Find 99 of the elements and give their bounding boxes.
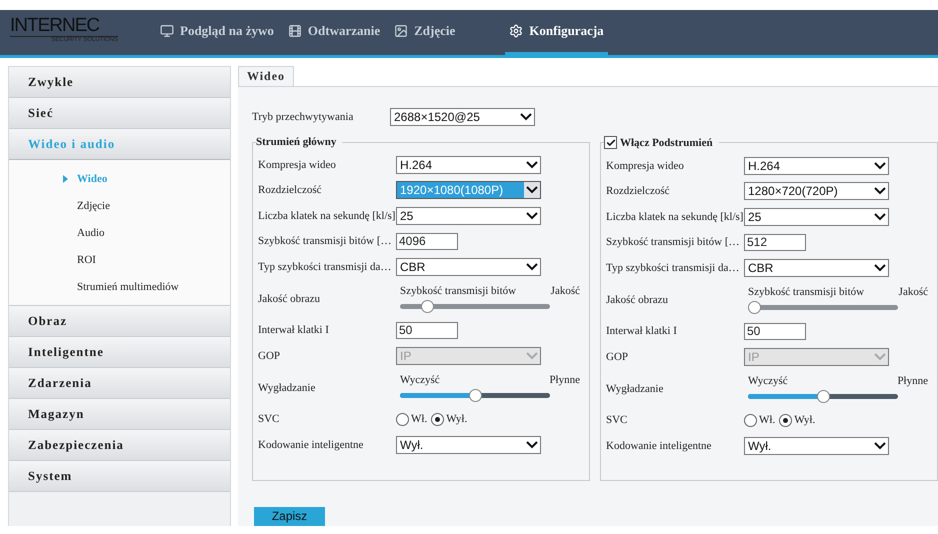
slider-thumb[interactable]: [420, 300, 434, 312]
radio-label: Wył.: [446, 413, 468, 426]
sidebar-item[interactable]: System: [9, 461, 230, 492]
nav-tab[interactable]: Odtwarzanie: [284, 10, 384, 55]
chevron-icon: [874, 162, 886, 170]
fieldset-title: Strumień główny: [256, 136, 336, 148]
input-field[interactable]: 50: [396, 322, 458, 339]
dropdown[interactable]: Wył.: [396, 436, 541, 454]
slider[interactable]: [748, 390, 898, 402]
dropdown[interactable]: CBR: [396, 258, 541, 276]
field-label: Jakość obrazu: [606, 294, 670, 306]
field-label: Kodowanie inteligentne: [606, 440, 712, 452]
slider-min-label: Szybkość transmisji bitów: [400, 284, 516, 296]
slider-max-label: Jakość: [898, 286, 928, 298]
field-label: Jakość obrazu: [258, 292, 322, 304]
slider-max-label: Płynne: [549, 374, 580, 386]
submenu-item[interactable]: Audio: [77, 226, 104, 238]
slider[interactable]: [400, 388, 550, 402]
field-label: Interwał klatki I: [258, 324, 330, 336]
field-label: Typ szybkości transmisji da…: [606, 262, 740, 274]
chevron-icon: [874, 264, 886, 272]
field-label: Tryb przechwytywania: [252, 111, 354, 124]
fieldset-title: Włącz Podstrumień: [620, 136, 713, 148]
field-label: Interwał klatki I: [606, 325, 678, 338]
field-label: Kompresja wideo: [606, 160, 685, 172]
chevron-icon: [874, 352, 886, 361]
field-label: Wygładzanie: [606, 382, 664, 394]
chevron-icon: [526, 262, 538, 271]
radio-label: Wył.: [794, 414, 816, 426]
dropdown[interactable]: H.264: [396, 156, 541, 174]
field-label: GOP: [258, 350, 282, 362]
submenu-item[interactable]: Zdjęcie: [77, 200, 110, 212]
field-label: Liczba klatek na sekundę [kl/s]: [258, 210, 396, 222]
checkbox[interactable]: [604, 136, 617, 149]
chevron-icon: [874, 442, 886, 450]
slider-thumb[interactable]: [748, 300, 761, 314]
sidebar-item[interactable]: Zwykle: [9, 67, 230, 98]
dropdown[interactable]: 25: [396, 206, 541, 225]
field-label: Wygładzanie: [258, 382, 316, 394]
dropdown[interactable]: Wył.: [744, 436, 889, 455]
chevron-icon: [520, 113, 532, 122]
radio-button[interactable]: [744, 414, 757, 427]
radio-button[interactable]: [396, 412, 409, 426]
field-label: Rozdzielczość: [606, 185, 671, 198]
image-icon: [394, 24, 408, 38]
nav-tab[interactable]: Konfiguracja: [505, 10, 608, 55]
input-field[interactable]: 4096: [396, 232, 458, 250]
slider-max-label: Płynne: [897, 374, 928, 386]
dropdown[interactable]: 2688×1520@25: [390, 108, 535, 126]
chevron-icon: [874, 187, 886, 196]
dropdown[interactable]: 25: [744, 208, 889, 226]
dropdown[interactable]: CBR: [744, 258, 889, 277]
field-label: Szybkość transmisji bitów […: [258, 235, 393, 248]
sidebar-item[interactable]: Zabezpieczenia: [9, 430, 230, 461]
slider[interactable]: [400, 300, 550, 312]
field-label: Szybkość transmisji bitów […: [606, 236, 741, 248]
field-label: Kodowanie inteligentne: [258, 438, 364, 451]
slider-min-label: Wyczyść: [748, 374, 788, 386]
monitor-icon: [160, 24, 174, 38]
slider[interactable]: [748, 300, 898, 314]
nav-tab[interactable]: Zdjęcie: [390, 10, 460, 55]
chevron-icon: [526, 212, 538, 220]
radio-label: Wł.: [759, 414, 776, 426]
chevron-icon: [874, 212, 886, 221]
submenu-item[interactable]: Strumień multimediów: [77, 280, 179, 292]
radio-label: Wł.: [411, 413, 428, 426]
sidebar-item[interactable]: Magazyn: [9, 399, 230, 430]
tab[interactable]: Wideo: [238, 66, 294, 86]
settings-icon: [509, 24, 524, 38]
submenu-item[interactable]: ROI: [77, 254, 96, 266]
chevron-icon: [526, 186, 538, 194]
field-label: Liczba klatek na sekundę [kl/s]: [606, 210, 744, 223]
film-icon: [288, 24, 302, 38]
field-label: GOP: [606, 350, 630, 363]
sidebar-item[interactable]: Sieć: [9, 98, 230, 129]
input-field[interactable]: 50: [744, 322, 806, 340]
nav-tab[interactable]: Podgląd na żywo: [156, 10, 278, 55]
slider-min-label: Wyczyść: [400, 374, 440, 386]
chevron-icon: [526, 440, 538, 449]
save-button[interactable]: Zapisz: [254, 507, 325, 526]
sidebar-item[interactable]: Obraz: [9, 306, 230, 337]
slider-max-label: Jakość: [550, 284, 580, 296]
field-label: SVC: [606, 414, 628, 426]
input-field[interactable]: 512: [744, 234, 806, 251]
field-label: Typ szybkości transmisji da…: [258, 260, 392, 273]
radio-button[interactable]: [779, 414, 792, 427]
chevron-icon: [526, 352, 538, 360]
dropdown[interactable]: H.264: [744, 156, 889, 175]
field-label: Kompresja wideo: [258, 158, 337, 171]
slider-thumb[interactable]: [816, 390, 830, 402]
dropdown[interactable]: 1280×720(720P): [744, 182, 889, 200]
sidebar-item[interactable]: Zdarzenia: [9, 368, 230, 399]
radio-button[interactable]: [431, 412, 444, 426]
slider-thumb[interactable]: [468, 388, 482, 402]
field-label: Rozdzielczość: [258, 184, 323, 196]
slider-min-label: Szybkość transmisji bitów: [748, 286, 864, 298]
sidebar-item[interactable]: Inteligentne: [9, 337, 230, 368]
chevron-icon: [526, 160, 538, 169]
field-label: SVC: [258, 413, 280, 426]
